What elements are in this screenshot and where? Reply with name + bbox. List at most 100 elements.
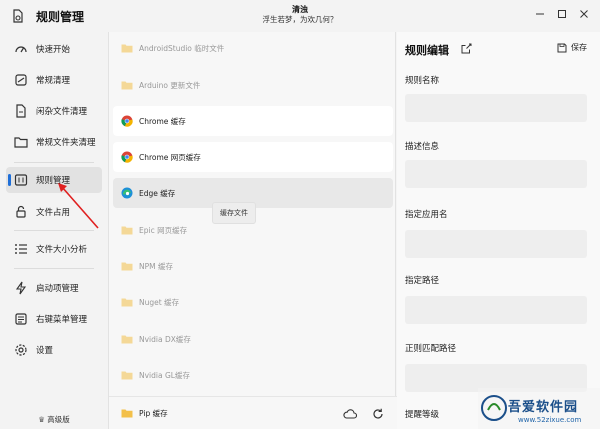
sidebar-item-label: 启动项管理 [36,284,79,294]
page-title: 规则管理 [36,10,85,24]
sidebar-item-settings[interactable]: 设置 [6,337,102,363]
rule-item[interactable]: Pip 缓存 [113,398,263,428]
folder-icon [121,407,133,419]
field-label-rule-name: 规则名称 [405,76,440,86]
list-icon [14,242,28,256]
field-label-description: 描述信息 [405,142,440,152]
rule-editor-panel: 规则编辑 保存 规则名称 描述信息 指定应用名 指定路径 正则匹配路径 提醒等级 [397,32,600,429]
sidebar-item-misc-file-clean[interactable]: 闲杂文件清理 [6,98,102,124]
sidebar-item-size-analysis[interactable]: 文件大小分析 [6,236,102,262]
rule-item[interactable]: Chrome 网页缓存 [113,142,393,172]
sidebar-item-folder-clean[interactable]: 常规文件夹清理 [6,129,102,155]
rule-name-input[interactable] [405,94,587,122]
maximize-icon [558,10,566,18]
field-label-app-name: 指定应用名 [405,210,448,220]
sidebar-item-label: 快速开始 [36,45,71,55]
folder-icon [121,260,133,272]
folder-icon [121,42,133,54]
context-menu-icon [14,312,28,326]
rule-item[interactable]: AndroidStudio 临时文件 [113,33,393,63]
rule-item-label: Nvidia DX缓存 [139,334,191,344]
field-label-regex-path: 正则匹配路径 [405,344,457,354]
editor-title: 规则编辑 [405,44,449,57]
refresh-icon [373,408,383,419]
version-label: ♛ 高级版 [0,414,108,425]
sidebar-item-context-menu[interactable]: 右键菜单管理 [6,306,102,332]
cloud-sync-button[interactable] [343,407,357,421]
rule-item[interactable]: Nvidia GL缓存 [113,360,393,390]
sidebar: 快速开始 常规清理 闲杂文件清理 常规文件夹清理 规则管理 文件占用 文件大小分… [0,32,108,429]
version-text: 高级版 [47,415,70,424]
rules-list-panel: AndroidStudio 临时文件 Arduino 更新文件 Chrome 缓… [108,32,397,429]
folder-icon [121,333,133,345]
sidebar-divider [14,162,94,163]
tooltip: 缓存文件 [212,202,256,224]
rule-item[interactable]: Arduino 更新文件 [113,70,393,100]
crown-icon: ♛ [38,415,48,424]
folder-icon [14,135,28,149]
folder-icon [121,296,133,308]
refresh-button[interactable] [371,407,385,421]
path-input[interactable] [405,296,587,324]
sidebar-item-label: 文件占用 [36,208,71,218]
watermark-url: www.52zixue.com [518,416,582,424]
description-input[interactable] [405,160,587,188]
chrome-icon [121,115,133,127]
save-icon [557,43,567,52]
sidebar-item-startup[interactable]: 启动项管理 [6,275,102,301]
rule-item-label: Nuget 缓存 [139,297,180,307]
title-bar: 规则管理 清浊 浮生若梦，为欢几何？ [0,0,600,32]
sidebar-item-general-clean[interactable]: 常规清理 [6,67,102,93]
rule-item-label: NPM 缓存 [139,261,173,271]
sidebar-item-label: 规则管理 [36,176,71,186]
maximize-button[interactable] [554,6,570,22]
folder-icon [121,369,133,381]
rule-item[interactable]: Nuget 缓存 [113,287,393,317]
app-header: 清浊 浮生若梦，为欢几何？ [200,4,400,25]
rule-item-label: Edge 缓存 [139,188,176,198]
sidebar-item-quick-start[interactable]: 快速开始 [6,36,102,62]
share-icon[interactable] [461,43,472,54]
close-icon [580,10,588,18]
rule-item[interactable]: NPM 缓存 [113,251,393,281]
close-button[interactable] [576,6,592,22]
field-label-alert-level: 提醒等级 [405,410,440,420]
rule-item-label: Chrome 网页缓存 [139,152,201,162]
cloud-icon [343,409,357,419]
watermark-text: 吾爱软件园 [508,400,579,415]
sidebar-item-file-lock[interactable]: 文件占用 [6,199,102,225]
sidebar-item-label: 闲杂文件清理 [36,107,88,117]
field-label-path: 指定路径 [405,276,440,286]
save-label: 保存 [571,43,587,52]
sidebar-item-label: 文件大小分析 [36,245,88,255]
save-button[interactable]: 保存 [557,42,587,53]
sidebar-item-label: 常规文件夹清理 [36,138,96,148]
rule-item-label: AndroidStudio 临时文件 [139,43,225,53]
folder-icon [121,224,133,236]
lock-icon [14,205,28,219]
sidebar-item-label: 右键菜单管理 [36,315,88,325]
sidebar-item-label: 常规清理 [36,76,71,86]
file-icon [14,104,28,118]
app-name-input[interactable] [405,230,587,258]
rule-item-label: Arduino 更新文件 [139,80,201,90]
rule-item-label: Chrome 缓存 [139,116,186,126]
sidebar-item-label: 设置 [36,346,54,356]
app-slogan: 浮生若梦，为欢几何？ [262,15,338,24]
sweep-icon [14,73,28,87]
minimize-icon [536,13,544,15]
edge-icon [121,187,133,199]
rule-item-label: Pip 缓存 [139,408,168,418]
bolt-icon [14,281,28,295]
gear-icon [14,343,28,357]
rule-item[interactable]: Chrome 缓存 [113,106,393,136]
sidebar-divider [14,230,94,231]
rule-item[interactable]: Nvidia DX缓存 [113,324,393,354]
sidebar-item-rules[interactable]: 规则管理 [6,167,102,193]
app-logo-icon [13,9,23,23]
minimize-button[interactable] [532,6,548,22]
rules-list-footer: Pip 缓存 [109,396,397,429]
rule-item-label: Epic 网页缓存 [139,225,188,235]
folder-icon [121,79,133,91]
rule-item-label: Nvidia GL缓存 [139,370,190,380]
